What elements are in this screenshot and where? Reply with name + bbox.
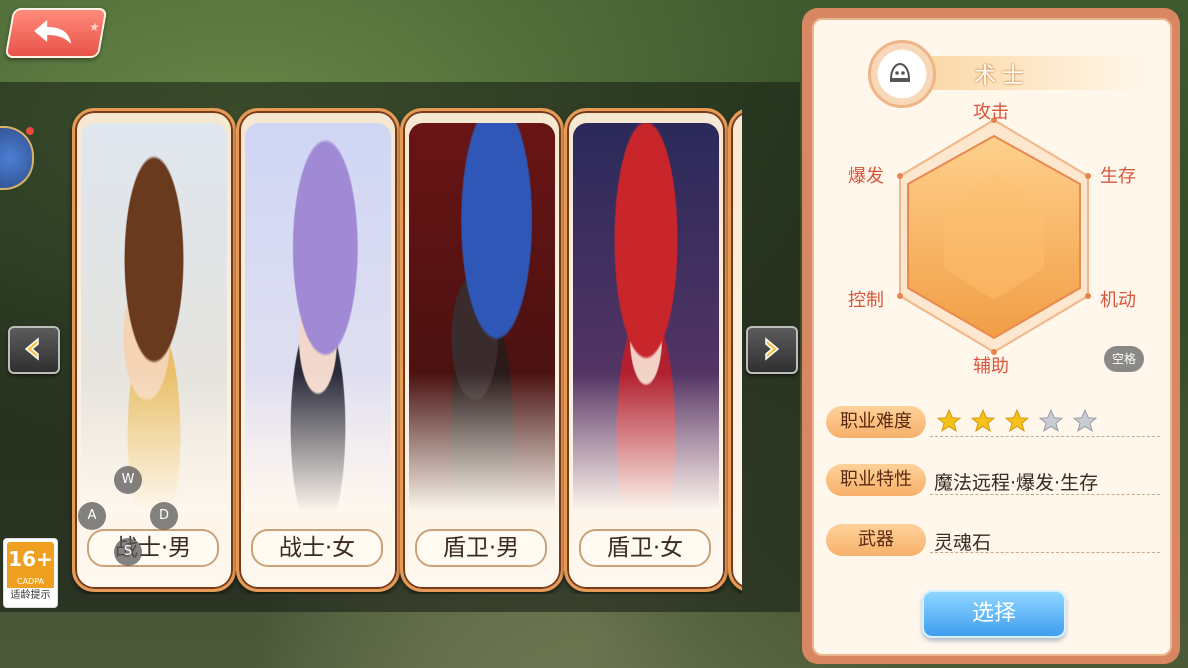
age-rating-tip: 适龄提示 xyxy=(10,590,51,601)
class-name: 术士 xyxy=(974,64,1031,89)
age-rating-org: CADPA xyxy=(7,576,54,588)
role-label: 战士·女 xyxy=(251,529,383,567)
weapon-underline xyxy=(930,552,1160,553)
key-hint-w: W xyxy=(114,466,142,494)
star-empty-icon xyxy=(1038,408,1064,432)
star-filled-icon xyxy=(970,408,996,432)
role-card-guardian-male[interactable]: 盾卫·男 xyxy=(400,108,564,592)
role-label: 盾卫·男 xyxy=(415,529,547,567)
trait-label: 职业特性 xyxy=(826,464,926,496)
radar-label-mobility: 机动 xyxy=(1100,290,1136,311)
select-class-button[interactable]: 选择 xyxy=(922,590,1066,638)
role-portrait xyxy=(573,123,719,513)
role-label: 盾卫·女 xyxy=(579,529,711,567)
radar-label-control: 控制 xyxy=(848,290,884,311)
difficulty-label: 职业难度 xyxy=(826,406,926,438)
difficulty-underline xyxy=(930,436,1160,437)
chevron-right-icon xyxy=(765,337,780,361)
role-portrait xyxy=(409,123,555,513)
notification-dot xyxy=(26,127,34,135)
next-role-button[interactable] xyxy=(746,326,798,374)
star-filled-icon xyxy=(936,408,962,432)
key-hint-space: 空格 xyxy=(1104,346,1144,372)
weapon-value: 灵魂石 xyxy=(934,532,992,554)
star-decoration-icon: ★ xyxy=(87,20,102,34)
role-card-warrior-female[interactable]: 战士·女 xyxy=(236,108,400,592)
trait-underline xyxy=(930,494,1160,495)
key-hint-s: S xyxy=(114,538,142,566)
role-portrait xyxy=(81,123,227,513)
back-button[interactable]: ★ xyxy=(4,8,108,58)
radar-label-attack: 攻击 xyxy=(973,102,1009,123)
age-rating-number: 16+ xyxy=(7,542,54,576)
radar-label-support: 辅助 xyxy=(973,356,1009,377)
back-arrow-icon xyxy=(34,20,72,44)
warlock-class-icon xyxy=(868,40,936,108)
star-filled-icon xyxy=(1004,408,1030,432)
radar-label-burst: 爆发 xyxy=(848,166,884,187)
role-card-guardian-female[interactable]: 盾卫·女 xyxy=(564,108,728,592)
prev-role-button[interactable] xyxy=(8,326,60,374)
role-card-next-partial[interactable] xyxy=(728,108,742,592)
chevron-left-icon xyxy=(24,337,39,361)
role-label: 战士·男 xyxy=(87,529,219,567)
age-rating-badge: 16+ CADPA 适龄提示 xyxy=(3,538,58,608)
weapon-label: 武器 xyxy=(826,524,926,556)
radar-label-survival: 生存 xyxy=(1100,166,1136,187)
class-name-banner xyxy=(932,56,1146,90)
key-hint-d: D xyxy=(150,502,178,530)
star-empty-icon xyxy=(1072,408,1098,432)
attribute-radar-chart xyxy=(897,118,1091,355)
key-hint-a: A xyxy=(78,502,106,530)
trait-value: 魔法远程·爆发·生存 xyxy=(934,472,1099,494)
role-portrait xyxy=(245,123,391,513)
